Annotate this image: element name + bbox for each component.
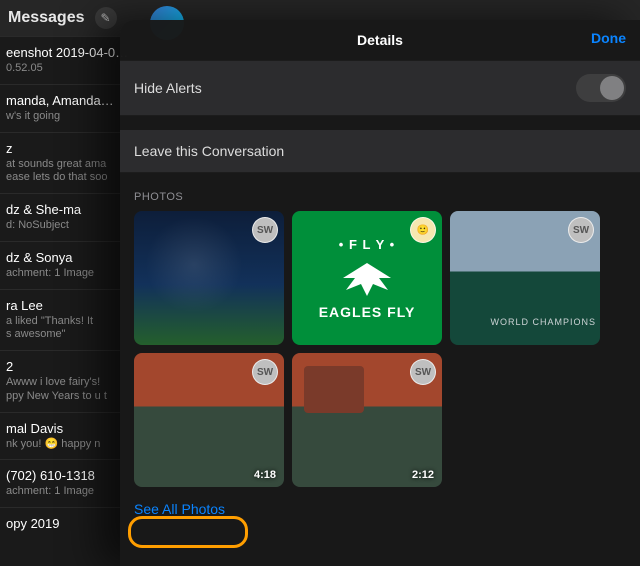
panel-title: Details bbox=[357, 32, 403, 48]
video-duration: 4:18 bbox=[254, 469, 276, 481]
hide-alerts-row[interactable]: Hide Alerts bbox=[120, 60, 640, 116]
eagles-bottom: EAGLES FLY bbox=[319, 304, 416, 320]
sender-badge: 🙂 bbox=[410, 217, 436, 243]
photo-thumb[interactable]: SW WORLD CHAMPIONS bbox=[450, 211, 600, 345]
video-thumb[interactable]: SW 4:18 bbox=[134, 353, 284, 487]
video-duration: 2:12 bbox=[412, 469, 434, 481]
photo-thumb[interactable]: • F L Y • EAGLES FLY 🙂 bbox=[292, 211, 442, 345]
eagle-icon bbox=[337, 256, 397, 300]
details-panel: Details Done Hide Alerts Leave this Conv… bbox=[120, 20, 640, 566]
see-all-photos-link[interactable]: See All Photos bbox=[134, 501, 225, 517]
sender-badge: SW bbox=[568, 217, 594, 243]
hide-alerts-label: Hide Alerts bbox=[134, 80, 202, 96]
panel-nav: Details Done bbox=[120, 20, 640, 60]
video-thumb[interactable]: SW 2:12 bbox=[292, 353, 442, 487]
champ-text: WORLD CHAMPIONS bbox=[490, 317, 596, 327]
sender-badge: SW bbox=[252, 217, 278, 243]
sender-badge: SW bbox=[252, 359, 278, 385]
hide-alerts-toggle[interactable] bbox=[576, 74, 626, 102]
photos-grid: SW • F L Y • EAGLES FLY 🙂 SW WORLD CHAMP… bbox=[120, 211, 640, 487]
compose-icon[interactable]: ✎ bbox=[95, 7, 117, 29]
done-button[interactable]: Done bbox=[591, 30, 626, 46]
app-title: Messages bbox=[8, 9, 85, 27]
photo-thumb[interactable]: SW bbox=[134, 211, 284, 345]
leave-label: Leave this Conversation bbox=[134, 143, 284, 159]
photos-header: PHOTOS bbox=[120, 173, 640, 211]
leave-conversation-row[interactable]: Leave this Conversation bbox=[120, 130, 640, 173]
sender-badge: SW bbox=[410, 359, 436, 385]
eagles-top: • F L Y • bbox=[339, 237, 395, 252]
